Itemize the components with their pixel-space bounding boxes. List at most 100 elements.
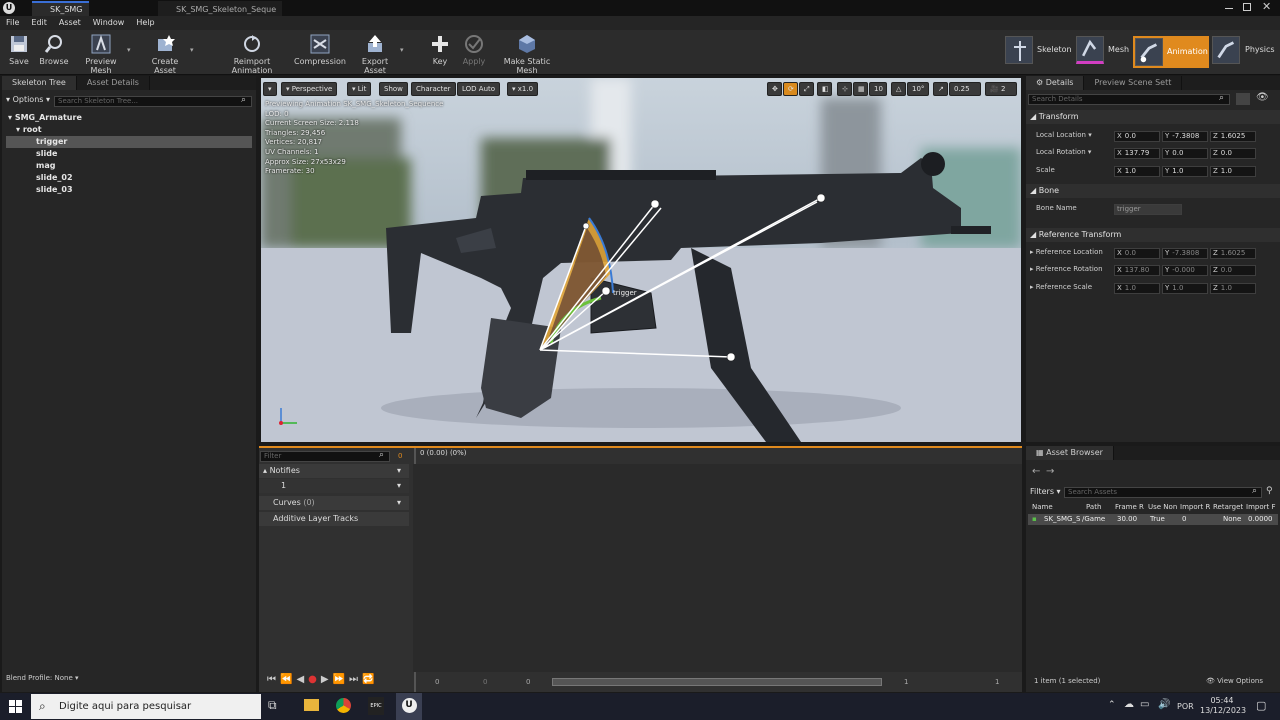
rot-x-field[interactable]: X 137.79 xyxy=(1114,148,1160,159)
maximize-button[interactable] xyxy=(1243,3,1251,11)
mode-mesh-button[interactable]: Mesh xyxy=(1076,36,1132,68)
angle-snap-value[interactable]: 10° xyxy=(907,82,929,96)
minimize-button[interactable] xyxy=(1225,8,1233,9)
play-icon[interactable]: ▶ xyxy=(321,674,333,685)
loc-x-field[interactable]: X 0.0 xyxy=(1114,131,1160,142)
viewport[interactable]: trigger ▾ ▾ Perspective ▾ Lit Show Chara… xyxy=(261,78,1021,442)
grid-snap-value[interactable]: 10 xyxy=(869,82,887,96)
record-icon[interactable]: ● xyxy=(308,674,321,685)
compression-button[interactable]: Compression xyxy=(294,32,346,72)
asset-search-input[interactable]: Search Assets xyxy=(1064,487,1262,498)
column-header[interactable]: Retarget xyxy=(1213,501,1243,513)
tab-sequence[interactable]: SK_SMG_Skeleton_Seque xyxy=(158,1,283,16)
transform-section[interactable]: ◢ Transform xyxy=(1026,110,1280,124)
rot-z-field[interactable]: Z 0.0 xyxy=(1210,148,1256,159)
preview-mesh-button[interactable]: Preview Mesh xyxy=(74,32,128,75)
scale-y-field[interactable]: Y 1.0 xyxy=(1162,166,1208,177)
key-button[interactable]: Key xyxy=(428,32,452,72)
angle-snap-icon[interactable]: △ xyxy=(891,82,906,96)
blend-profile-dropdown[interactable]: Blend Profile: None ▾ xyxy=(6,674,79,682)
reference-scale-label[interactable]: ▸ Reference Scale xyxy=(1030,279,1092,296)
camera-speed-button[interactable]: 🎥 2 xyxy=(985,82,1017,96)
surface-snap-icon[interactable]: ⊹ xyxy=(837,82,852,96)
playback-speed-button[interactable]: ▾ x1.0 xyxy=(507,82,539,96)
scale-z-field[interactable]: Z 1.0 xyxy=(1210,166,1256,177)
lod-button[interactable]: LOD Auto xyxy=(457,82,501,96)
bone-section[interactable]: ◢ Bone xyxy=(1026,184,1280,198)
tab-skeleton-tree[interactable]: Skeleton Tree xyxy=(2,76,77,90)
file-explorer-icon[interactable] xyxy=(304,699,319,711)
translate-icon[interactable]: ✥ xyxy=(767,82,782,96)
column-header[interactable]: Frame R xyxy=(1115,501,1144,513)
local-rotation-label[interactable]: Local Rotation ▾ xyxy=(1036,144,1091,161)
notify-track-1[interactable]: 1 ▾ xyxy=(259,479,409,493)
rot-y-field[interactable]: Y 0.0 xyxy=(1162,148,1208,159)
bone-trigger[interactable]: trigger xyxy=(6,136,252,148)
timeline-scrollbar[interactable] xyxy=(552,678,882,686)
language-indicator[interactable]: POR xyxy=(1177,702,1194,711)
bone-slide-02[interactable]: slide_02 xyxy=(36,172,73,184)
chevron-down-icon[interactable]: ▾ xyxy=(400,46,404,54)
list-view-icon[interactable] xyxy=(1236,93,1250,105)
windows-start-icon[interactable] xyxy=(9,700,22,713)
column-header[interactable]: Import F xyxy=(1246,501,1275,513)
forward-arrow-icon[interactable]: → xyxy=(1046,466,1054,477)
browse-button[interactable]: Browse xyxy=(38,32,70,72)
taskbar-search-input[interactable]: ⌕ Digite aqui para pesquisar xyxy=(31,694,261,719)
grid-snap-icon[interactable]: ▦ xyxy=(853,82,868,96)
close-icon[interactable]: ✕ xyxy=(1262,0,1271,13)
skip-start-icon[interactable]: ⏮ xyxy=(267,674,280,685)
bone-slide-03[interactable]: slide_03 xyxy=(36,184,73,196)
volume-icon[interactable]: 🔊 xyxy=(1158,699,1170,710)
column-header[interactable]: Import R xyxy=(1180,501,1210,513)
cloud-icon[interactable]: ☁ xyxy=(1124,699,1134,710)
scale-snap-value[interactable]: 0.25 xyxy=(949,82,981,96)
tab-preview-scene[interactable]: Preview Scene Sett xyxy=(1084,76,1183,90)
options-button[interactable]: ▾ Options ▾ xyxy=(6,95,50,104)
cube-icon[interactable]: ◧ xyxy=(817,82,832,96)
reference-transform-section[interactable]: ◢ Reference Transform xyxy=(1026,228,1280,242)
back-arrow-icon[interactable]: ← xyxy=(1032,466,1040,477)
reference-rotation-label[interactable]: ▸ Reference Rotation xyxy=(1030,261,1103,278)
skeleton-search-input[interactable]: Search Skeleton Tree... xyxy=(54,96,252,107)
create-asset-button[interactable]: Create Asset xyxy=(140,32,190,75)
chevron-down-icon[interactable]: ▾ xyxy=(190,46,194,54)
apply-button[interactable]: Apply xyxy=(460,32,488,72)
viewport-options-button[interactable]: ▾ xyxy=(263,82,277,96)
unreal-taskbar-button[interactable]: U xyxy=(396,693,422,720)
lock-icon[interactable]: ⚲ xyxy=(1266,486,1273,496)
skip-end-icon[interactable]: ⏭ xyxy=(349,674,362,685)
play-reverse-icon[interactable]: ◀ xyxy=(296,674,308,685)
menu-edit[interactable]: Edit xyxy=(25,16,53,30)
tab-details[interactable]: ⚙ Details xyxy=(1026,76,1085,90)
additive-layer-track[interactable]: Additive Layer Tracks xyxy=(259,512,409,526)
mode-animation-button[interactable]: Animation xyxy=(1133,36,1209,68)
save-button[interactable]: Save xyxy=(4,32,34,72)
menu-help[interactable]: Help xyxy=(130,16,160,30)
tab-asset-details[interactable]: Asset Details xyxy=(76,76,150,90)
bone-slide[interactable]: slide xyxy=(36,148,57,160)
loop-icon[interactable]: 🔁 xyxy=(362,674,378,685)
bone-mag[interactable]: mag xyxy=(36,160,55,172)
tray-arrow-icon[interactable]: ⌃ xyxy=(1108,700,1116,710)
chrome-icon[interactable] xyxy=(336,698,351,713)
chevron-down-icon[interactable]: ▾ xyxy=(127,46,131,54)
make-static-mesh-button[interactable]: Make Static Mesh xyxy=(494,32,560,75)
loc-z-field[interactable]: Z 1.6025 xyxy=(1210,131,1256,142)
task-view-icon[interactable]: ⧉ xyxy=(268,698,277,713)
table-row[interactable]: ▪ SK_SMG_S /Game 30.00 True 0 None 0.000… xyxy=(1028,514,1278,525)
track-area[interactable] xyxy=(413,464,1022,672)
lit-button[interactable]: ▾ Lit xyxy=(347,82,372,96)
timeline-filter-input[interactable]: Filter xyxy=(260,451,390,462)
tab-sk-smg[interactable]: SK_SMG xyxy=(32,1,89,16)
view-options-button[interactable]: 👁 View Options xyxy=(1206,677,1263,685)
details-search-input[interactable]: Search Details xyxy=(1028,94,1230,105)
tab-asset-browser[interactable]: ▦ Asset Browser xyxy=(1026,446,1114,460)
rotate-icon[interactable]: ⟳ xyxy=(783,82,798,96)
notifications-icon[interactable]: ▢ xyxy=(1256,699,1266,712)
show-button[interactable]: Show xyxy=(379,82,408,96)
perspective-button[interactable]: ▾ Perspective xyxy=(281,82,338,96)
reimport-animation-button[interactable]: Reimport Animation xyxy=(214,32,290,75)
bone-smg-armature[interactable]: ▾ SMG_Armature xyxy=(8,112,82,124)
column-header[interactable]: Name xyxy=(1032,501,1053,513)
